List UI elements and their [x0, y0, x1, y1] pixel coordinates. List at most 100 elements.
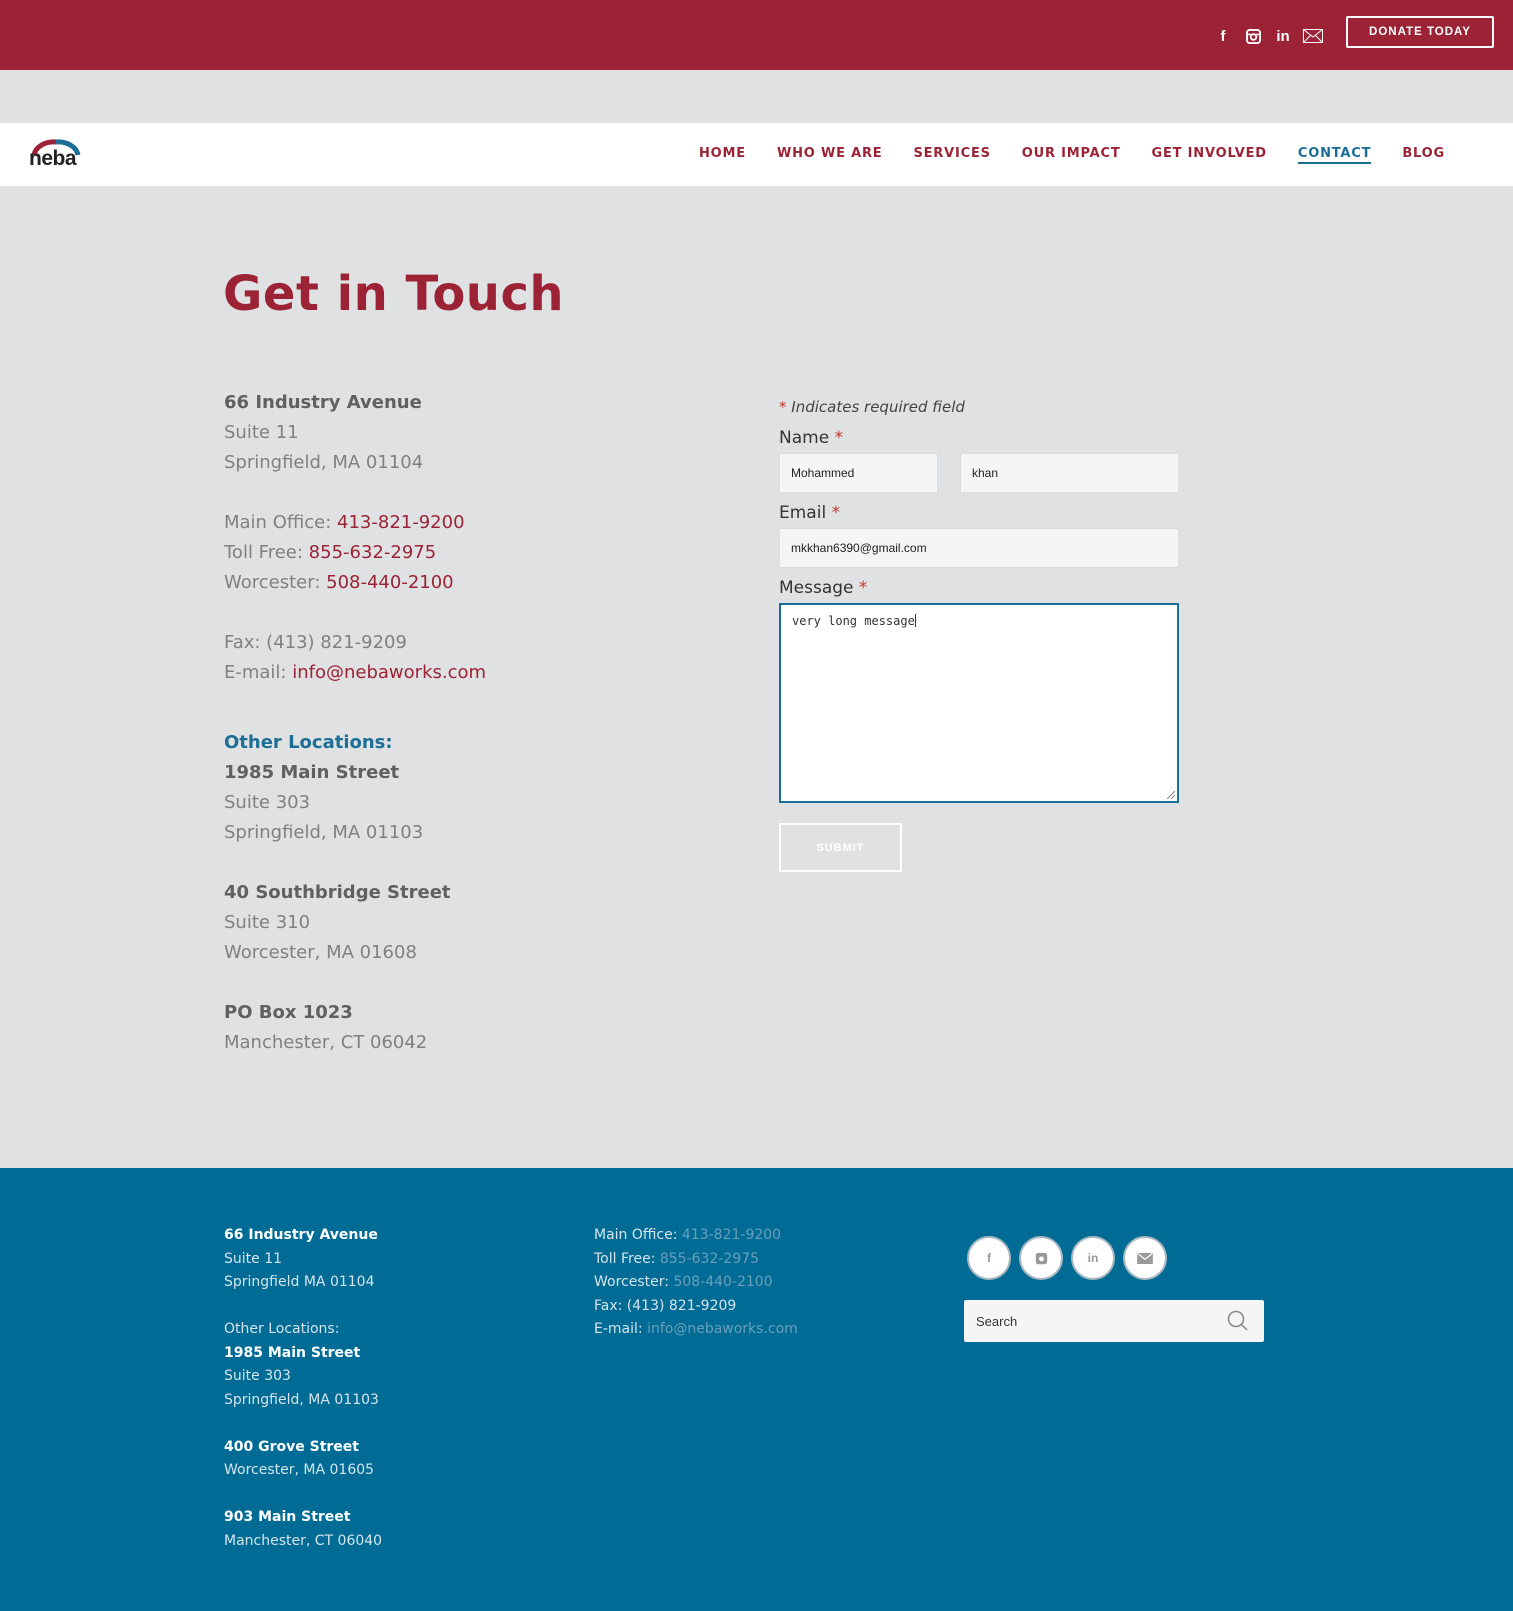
footer-email-link[interactable]: info@nebaworks.com	[647, 1321, 798, 1337]
email-label: Email *	[779, 503, 1179, 523]
phone-worcester-label: Worcester:	[224, 572, 321, 593]
first-name-input[interactable]: Mohammed	[779, 453, 938, 493]
footer-phone-worcester-link[interactable]: 508-440-2100	[673, 1274, 772, 1290]
top-bar: f in DONATE TODAY	[0, 0, 1513, 70]
footer-location-street: 903 Main Street	[224, 1509, 351, 1525]
contact-info: 66 Industry Avenue Suite 11 Springfield,…	[224, 388, 486, 1058]
phone-main-row: Main Office: 413-821-9200	[224, 508, 486, 538]
phone-worcester-link[interactable]: 508-440-2100	[326, 572, 454, 593]
footer-phone-main-row: Main Office: 413-821-9200	[594, 1224, 798, 1248]
main-navbar: neba HOME WHO WE ARE SERVICES OUR IMPACT…	[0, 123, 1513, 186]
required-note-text: Indicates required field	[791, 398, 965, 416]
name-fields-row: Mohammed khan	[779, 453, 1179, 493]
page-title: Get in Touch	[223, 266, 565, 322]
instagram-icon[interactable]	[1242, 25, 1264, 47]
message-textarea[interactable]: very long message	[779, 603, 1179, 803]
footer-address-street: 66 Industry Avenue	[224, 1227, 378, 1243]
required-field-note: * Indicates required field	[779, 398, 1179, 416]
footer-email-row: E-mail: info@nebaworks.com	[594, 1318, 798, 1342]
fax-text: Fax: (413) 821-9209	[224, 632, 407, 653]
required-star: *	[831, 503, 841, 523]
phone-tollfree-link[interactable]: 855-632-2975	[309, 542, 437, 563]
contact-form: * Indicates required field Name * Mohamm…	[779, 398, 1179, 872]
footer-social-links: f in	[967, 1236, 1167, 1280]
search-placeholder: Search	[976, 1313, 1018, 1329]
facebook-icon[interactable]: f	[1212, 25, 1234, 47]
email-icon[interactable]	[1123, 1236, 1167, 1280]
footer-phone-tollfree-row: Toll Free: 855-632-2975	[594, 1248, 798, 1272]
text-cursor	[914, 614, 916, 627]
submit-button[interactable]: SUBMIT	[779, 823, 902, 872]
address-street: 66 Industry Avenue	[224, 392, 422, 413]
donate-button[interactable]: DONATE TODAY	[1346, 16, 1494, 48]
message-label-text: Message	[779, 578, 854, 598]
location-suite: Suite 303	[224, 792, 311, 813]
nav-home[interactable]: HOME	[699, 146, 746, 164]
linkedin-icon[interactable]: in	[1272, 25, 1294, 47]
required-star: *	[858, 578, 868, 598]
nav-our-impact[interactable]: OUR IMPACT	[1022, 146, 1121, 164]
instagram-icon[interactable]	[1019, 1236, 1063, 1280]
footer-addresses: 66 Industry Avenue Suite 11 Springfield …	[224, 1224, 382, 1553]
nav-get-involved[interactable]: GET INVOLVED	[1152, 146, 1267, 164]
phone-tollfree-row: Toll Free: 855-632-2975	[224, 538, 486, 568]
top-social-links: f in	[1212, 25, 1324, 47]
email-row: E-mail: info@nebaworks.com	[224, 658, 486, 688]
required-star: *	[834, 428, 844, 448]
footer-phone-worcester-label: Worcester:	[594, 1274, 669, 1290]
location-street: 1985 Main Street	[224, 762, 400, 783]
message-label: Message *	[779, 578, 1179, 598]
location-city: Springfield, MA 01103	[224, 822, 424, 843]
phone-main-label: Main Office:	[224, 512, 332, 533]
footer-location-street: 400 Grove Street	[224, 1438, 359, 1455]
name-label-text: Name	[779, 428, 830, 448]
footer-email-label: E-mail:	[594, 1321, 643, 1337]
address-city: Springfield, MA 01104	[224, 452, 424, 473]
footer-location-street: 1985 Main Street	[224, 1344, 361, 1361]
linkedin-icon[interactable]: in	[1071, 1236, 1115, 1280]
phone-tollfree-label: Toll Free:	[224, 542, 303, 563]
footer-phone-main-label: Main Office:	[594, 1227, 678, 1243]
address-suite: Suite 11	[224, 422, 299, 443]
resize-handle-icon[interactable]	[1167, 791, 1175, 799]
location-suite: Suite 310	[224, 912, 311, 933]
primary-nav: HOME WHO WE ARE SERVICES OUR IMPACT GET …	[699, 123, 1476, 186]
footer-location-city: Manchester, CT 06040	[224, 1532, 383, 1549]
location-street: PO Box 1023	[224, 1002, 353, 1023]
footer-phone-tollfree-link[interactable]: 855-632-2975	[660, 1251, 759, 1267]
required-star: *	[779, 398, 787, 416]
footer-phone-tollfree-label: Toll Free:	[594, 1250, 656, 1267]
footer-fax: Fax: (413) 821-9209	[594, 1297, 737, 1314]
footer-address-suite: Suite 11	[224, 1250, 283, 1267]
name-label: Name *	[779, 428, 1179, 448]
email-label-text: Email	[779, 503, 827, 523]
footer-location-city: Springfield, MA 01103	[224, 1391, 379, 1408]
site-footer: 66 Industry Avenue Suite 11 Springfield …	[0, 1168, 1513, 1611]
phone-main-link[interactable]: 413-821-9200	[337, 512, 465, 533]
site-logo[interactable]: neba	[28, 137, 84, 171]
footer-search-input[interactable]: Search	[964, 1300, 1264, 1342]
nav-who-we-are[interactable]: WHO WE ARE	[777, 146, 883, 164]
other-locations-heading: Other Locations:	[224, 732, 393, 753]
email-link[interactable]: info@nebaworks.com	[292, 662, 486, 683]
footer-address-city: Springfield MA 01104	[224, 1274, 375, 1290]
location-street: 40 Southbridge Street	[224, 882, 451, 903]
footer-contact: Main Office: 413-821-9200 Toll Free: 855…	[594, 1224, 798, 1342]
footer-location-city: Worcester, MA 01605	[224, 1462, 375, 1478]
last-name-input[interactable]: khan	[960, 453, 1179, 493]
nav-blog[interactable]: BLOG	[1402, 146, 1445, 164]
facebook-icon[interactable]: f	[967, 1236, 1011, 1280]
phone-worcester-row: Worcester: 508-440-2100	[224, 568, 486, 598]
search-icon[interactable]	[1226, 1309, 1250, 1333]
nav-contact[interactable]: CONTACT	[1297, 146, 1372, 164]
message-text: very long message	[792, 614, 915, 628]
email-input[interactable]: mkkhan6390@gmail.com	[779, 528, 1179, 568]
logo-text: neba	[29, 147, 77, 170]
nav-services[interactable]: SERVICES	[913, 146, 990, 164]
location-city: Manchester, CT 06042	[224, 1032, 428, 1053]
footer-location-suite: Suite 303	[224, 1368, 291, 1384]
footer-phone-main-link[interactable]: 413-821-9200	[682, 1227, 781, 1243]
footer-other-locations-heading: Other Locations:	[224, 1321, 340, 1337]
footer-phone-worcester-row: Worcester: 508-440-2100	[594, 1271, 798, 1295]
email-icon[interactable]	[1302, 25, 1324, 47]
